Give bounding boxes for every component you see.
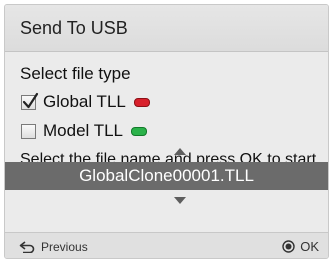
green-color-key-icon xyxy=(131,126,148,136)
file-type-label: Select file type xyxy=(20,64,131,83)
file-name-selector[interactable]: GlobalClone00001.TLL xyxy=(5,162,328,190)
send-to-usb-dialog: Send To USB Select file type Global TLL … xyxy=(4,4,329,259)
model-tll-checkbox[interactable] xyxy=(21,123,36,139)
global-tll-checkbox[interactable] xyxy=(21,92,39,110)
selected-file-name: GlobalClone00001.TLL xyxy=(79,166,254,185)
global-tll-label: Global TLL xyxy=(43,92,126,111)
ok-button-icon xyxy=(282,240,295,253)
arrow-up-icon[interactable] xyxy=(174,148,186,155)
checkmark-icon xyxy=(22,92,39,108)
previous-label: Previous xyxy=(41,240,88,254)
ok-label: OK xyxy=(300,239,319,254)
arrow-down-icon[interactable] xyxy=(174,197,186,204)
dialog-title-bar: Send To USB xyxy=(5,5,328,52)
dialog-title: Send To USB xyxy=(20,18,128,38)
option-model-tll[interactable]: Model TLL xyxy=(21,121,148,141)
model-tll-label: Model TLL xyxy=(43,121,124,140)
previous-button[interactable]: Previous xyxy=(19,240,88,254)
ok-button[interactable]: OK xyxy=(282,239,319,254)
dialog-footer: Previous OK xyxy=(5,232,328,258)
red-color-key-icon xyxy=(133,97,150,107)
back-arrow-icon xyxy=(19,241,35,253)
option-global-tll[interactable]: Global TLL xyxy=(21,92,150,112)
